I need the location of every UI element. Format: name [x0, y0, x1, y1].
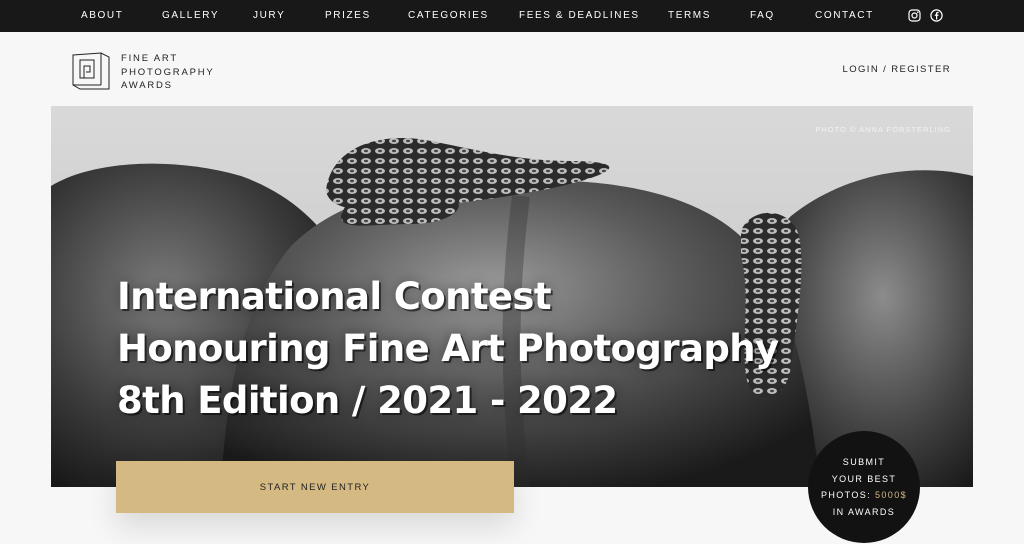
hero-headline: International Contest Honouring Fine Art…	[117, 271, 779, 427]
nav-about[interactable]: ABOUT	[81, 0, 123, 32]
logo-line-1: FINE ART	[121, 53, 178, 64]
nav-gallery[interactable]: GALLERY	[162, 0, 219, 32]
nav-jury[interactable]: JURY	[253, 0, 285, 32]
badge-line-4: IN AWARDS	[832, 506, 896, 517]
logo-line-3: AWARDS	[121, 80, 173, 91]
badge-line-3: PHOTOS: 5000$	[821, 487, 907, 504]
badge-line-1: SUBMIT	[842, 457, 886, 467]
headline-line-2: Honouring Fine Art Photography	[117, 327, 779, 370]
headline-line-1: International Contest	[117, 275, 552, 318]
nav-faq[interactable]: FAQ	[750, 0, 775, 32]
photo-credit: PHOTO © ANNA FÖRSTERLING	[815, 125, 951, 134]
badge-line-2: YOUR BEST	[831, 473, 897, 484]
hero-banner: PHOTO © ANNA FÖRSTERLING International C…	[51, 106, 973, 487]
nav-fees-deadlines[interactable]: FEES & DEADLINES	[519, 0, 640, 32]
logo-icon[interactable]	[72, 52, 110, 90]
top-nav: ABOUT GALLERY JURY PRIZES CATEGORIES FEE…	[0, 0, 1024, 32]
nav-terms[interactable]: TERMS	[668, 0, 711, 32]
badge-line-3-prefix: PHOTOS:	[820, 490, 875, 500]
instagram-icon[interactable]	[908, 9, 921, 22]
nav-categories[interactable]: CATEGORIES	[408, 0, 489, 32]
submit-photos-badge[interactable]: SUBMIT YOUR BEST PHOTOS: 5000$ IN AWARDS	[808, 431, 920, 543]
badge-amount: 5000$	[875, 490, 908, 500]
nav-contact[interactable]: CONTACT	[815, 0, 874, 32]
start-new-entry-button[interactable]: START NEW ENTRY	[116, 461, 514, 513]
headline-line-3: 8th Edition / 2021 - 2022	[117, 379, 618, 422]
logo-line-2: PHOTOGRAPHY	[121, 66, 215, 78]
nav-prizes[interactable]: PRIZES	[325, 0, 371, 32]
login-register-link[interactable]: LOGIN / REGISTER	[843, 64, 951, 75]
facebook-icon[interactable]	[930, 9, 943, 22]
logo-text[interactable]: FINE ART PHOTOGRAPHY AWARDS	[121, 52, 215, 93]
